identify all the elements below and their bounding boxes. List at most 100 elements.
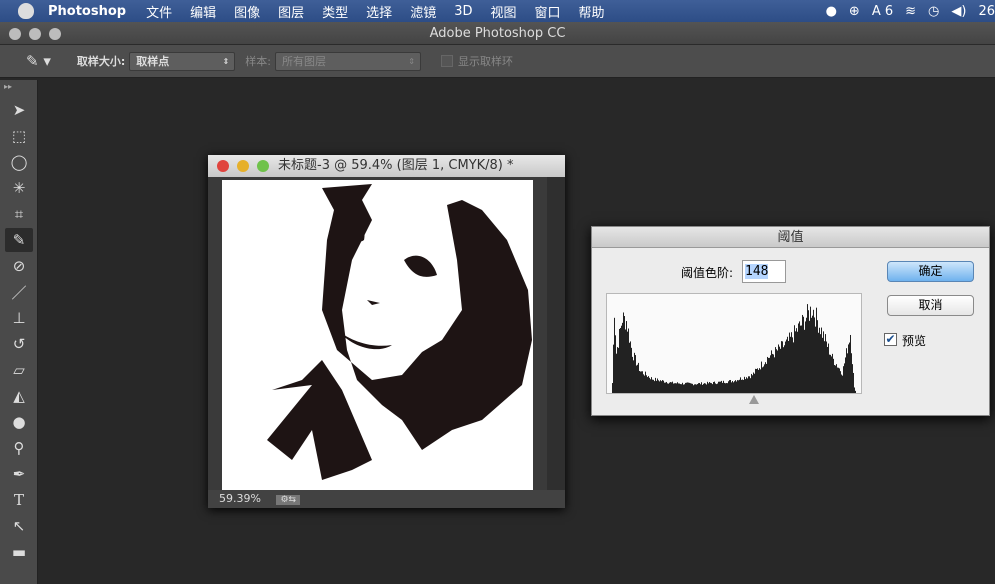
path-selection-tool-icon[interactable]: ↖	[5, 514, 33, 538]
close-button[interactable]	[9, 28, 21, 40]
menu-edit[interactable]: 编辑	[190, 2, 216, 21]
histogram-bar	[671, 382, 672, 393]
magic-wand-tool-icon[interactable]: ✳	[5, 176, 33, 200]
healing-brush-tool-icon[interactable]: ⊘	[5, 254, 33, 278]
preview-checkbox[interactable]: ✔	[884, 333, 897, 346]
menu-filter[interactable]: 滤镜	[410, 2, 436, 21]
histogram-bar	[844, 363, 845, 393]
menu-layer[interactable]: 图层	[278, 2, 304, 21]
histogram-bar	[631, 347, 632, 393]
histogram-bar	[617, 347, 618, 393]
histogram-bar	[716, 384, 717, 393]
histogram-bar	[789, 332, 790, 393]
document-scroll-area[interactable]	[547, 177, 565, 490]
target-icon[interactable]: ⊕	[849, 4, 860, 19]
histogram-bar	[842, 375, 843, 393]
histogram-bar	[843, 366, 844, 393]
cancel-button[interactable]: 取消	[887, 295, 974, 316]
sample-select[interactable]: 所有图层 ⇕	[275, 51, 421, 71]
zoom-button[interactable]	[49, 28, 61, 40]
qq-icon[interactable]: ●	[826, 4, 837, 19]
histogram-bar	[672, 381, 673, 393]
histogram-bar	[767, 356, 768, 393]
histogram-bar	[815, 326, 816, 393]
brush-tool-icon[interactable]: ／	[5, 280, 33, 304]
histogram-bar	[629, 342, 630, 393]
histogram-bar	[715, 383, 716, 393]
histogram-bar	[684, 384, 685, 393]
histogram-bar	[755, 368, 756, 393]
histogram-bar	[683, 384, 684, 393]
minimize-button[interactable]	[29, 28, 41, 40]
histogram-bar	[772, 353, 773, 393]
doc-minimize-button[interactable]	[237, 160, 249, 172]
time-machine-icon[interactable]: ◷	[928, 4, 939, 19]
histogram-bar	[690, 383, 691, 393]
clone-stamp-tool-icon[interactable]: ⊥	[5, 306, 33, 330]
eyedropper-preset-icon[interactable]: ✎ ▾	[26, 52, 51, 70]
sample-value: 所有图层	[282, 54, 326, 68]
crop-tool-icon[interactable]: ⌗	[5, 202, 33, 226]
histogram-bar	[689, 382, 690, 393]
histogram-bar	[762, 367, 763, 393]
sample-size-select[interactable]: 取样点 ⇕	[129, 51, 236, 71]
threshold-level-input[interactable]: 148	[742, 260, 786, 283]
panel-collapse-icon[interactable]: ▸▸	[0, 80, 37, 96]
histogram-bar	[827, 346, 828, 393]
menu-image[interactable]: 图像	[234, 2, 260, 21]
zoom-level[interactable]: 59.39%	[219, 492, 261, 505]
histogram-bar	[847, 353, 848, 393]
menu-help[interactable]: 帮助	[579, 2, 605, 21]
histogram-bar	[791, 332, 792, 393]
histogram-bar	[701, 382, 702, 393]
move-tool-icon[interactable]: ➤	[5, 98, 33, 122]
histogram-bar	[749, 376, 750, 393]
image-canvas[interactable]	[222, 180, 533, 490]
histogram-bar	[676, 383, 677, 393]
pen-tool-icon[interactable]: ✒	[5, 462, 33, 486]
threshold-slider-handle[interactable]	[749, 395, 759, 404]
apple-icon[interactable]	[18, 3, 34, 19]
ok-button[interactable]: 确定	[887, 261, 974, 282]
doc-zoom-button[interactable]	[257, 160, 269, 172]
doc-close-button[interactable]	[217, 160, 229, 172]
type-tool-icon[interactable]: T	[5, 488, 33, 512]
histogram-bar	[829, 354, 830, 393]
histogram-bar	[699, 382, 700, 393]
menu-app[interactable]: Photoshop	[48, 4, 126, 19]
show-ring-label: 显示取样环	[458, 55, 513, 68]
histogram-bar	[808, 310, 809, 393]
clock[interactable]: 26	[978, 4, 995, 19]
dialog-title: 阈值	[592, 227, 989, 248]
adobe-icon[interactable]: A 6	[872, 4, 893, 19]
histogram-bar	[758, 369, 759, 393]
eraser-tool-icon[interactable]: ▱	[5, 358, 33, 382]
history-brush-tool-icon[interactable]: ↺	[5, 332, 33, 356]
histogram-bar	[761, 361, 762, 393]
paint-bucket-tool-icon[interactable]: ◭	[5, 384, 33, 408]
histogram-bar	[659, 381, 660, 393]
status-options-icon[interactable]: ⚙⇆	[276, 495, 301, 505]
histogram-bar	[692, 383, 693, 393]
show-ring-checkbox[interactable]	[441, 55, 453, 67]
menu-3d[interactable]: 3D	[454, 4, 472, 19]
menu-view[interactable]: 视图	[490, 2, 516, 21]
histogram-bar	[794, 325, 795, 393]
wifi-icon[interactable]: ≋	[905, 4, 916, 19]
menu-file[interactable]: 文件	[146, 2, 172, 21]
histogram-bar	[798, 323, 799, 393]
marquee-tool-icon[interactable]: ⬚	[5, 124, 33, 148]
histogram-bar	[708, 383, 709, 393]
rectangle-tool-icon[interactable]: ▬	[5, 540, 33, 564]
blur-tool-icon[interactable]: ●	[5, 410, 33, 434]
dodge-tool-icon[interactable]: ⚲	[5, 436, 33, 460]
histogram-bar	[801, 325, 802, 393]
menu-select[interactable]: 选择	[366, 2, 392, 21]
menu-window[interactable]: 窗口	[535, 2, 561, 21]
lasso-tool-icon[interactable]: ◯	[5, 150, 33, 174]
histogram-bar	[800, 325, 801, 393]
volume-icon[interactable]: ◀)	[951, 4, 966, 19]
eyedropper-tool-icon[interactable]: ✎	[5, 228, 33, 252]
menu-type[interactable]: 类型	[322, 2, 348, 21]
histogram-bar	[645, 371, 646, 393]
